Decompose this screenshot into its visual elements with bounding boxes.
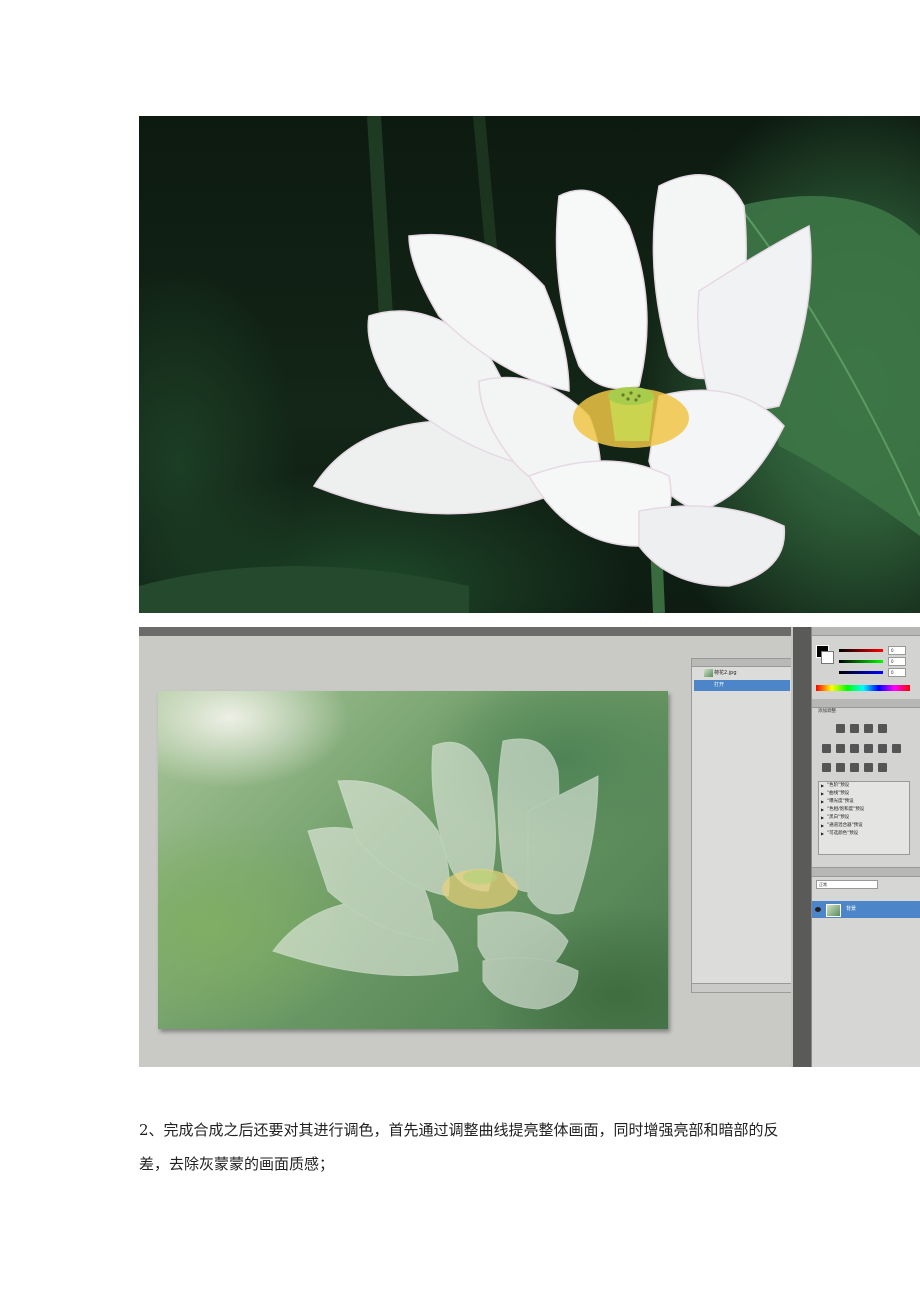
background-color-swatch[interactable] [821, 651, 834, 664]
threshold-icon[interactable] [850, 763, 859, 772]
blend-mode-select[interactable]: 正常 [816, 880, 878, 889]
instruction-paragraph: 2、完成合成之后还要对其进行调色，首先通过调整曲线提亮整体画面，同时增强亮部和暗… [139, 1121, 779, 1173]
history-row-label: 荷花2.jpg [714, 670, 737, 676]
layer-name: 背景 [846, 906, 857, 912]
layers-panel: 正常 背景 [812, 867, 920, 1067]
brightness-icon[interactable] [836, 724, 845, 733]
exposure-icon[interactable] [878, 724, 887, 733]
color-panel-tabs[interactable] [812, 627, 920, 636]
preset-item[interactable]: "黑白"预设 [819, 814, 909, 822]
history-panel: 荷花2.jpg 打开 [691, 658, 793, 993]
selective-color-icon[interactable] [878, 763, 887, 772]
gradient-map-icon[interactable] [864, 763, 873, 772]
adjustments-panel-tabs[interactable] [812, 699, 920, 708]
preset-item[interactable]: "色相/饱和度"预设 [819, 806, 909, 814]
layers-panel-tabs[interactable] [812, 868, 920, 877]
ps-right-panels: 0 0 0 添加调整 "色阶"预设 "曲线"预设 "曝光度"预设 "色相/饱和度… [811, 627, 920, 1067]
vibrance-icon[interactable] [822, 744, 831, 753]
preset-item[interactable]: "通道混合器"预设 [819, 822, 909, 830]
visibility-eye-icon[interactable] [815, 907, 821, 912]
blue-value-field[interactable]: 0 [888, 668, 906, 677]
snapshot-thumbnail [704, 669, 713, 677]
black-white-icon[interactable] [864, 744, 873, 753]
history-row-snapshot[interactable]: 荷花2.jpg [694, 668, 790, 679]
curves-icon[interactable] [864, 724, 873, 733]
adjustments-title: 添加调整 [818, 709, 836, 714]
posterize-icon[interactable] [836, 763, 845, 772]
ps-document-canvas [158, 691, 668, 1029]
history-row-label: 打开 [714, 682, 725, 688]
red-value-field[interactable]: 0 [888, 646, 906, 655]
lotus-illustration [139, 116, 920, 613]
dock-divider [793, 627, 811, 1067]
lotus-photo [139, 116, 920, 613]
blue-slider[interactable] [839, 671, 883, 674]
history-panel-footer [692, 983, 792, 992]
red-slider[interactable] [839, 649, 883, 652]
color-balance-icon[interactable] [850, 744, 859, 753]
layer-row-background[interactable]: 背景 [812, 901, 920, 918]
green-slider[interactable] [839, 660, 883, 663]
hue-saturation-icon[interactable] [836, 744, 845, 753]
photo-filter-icon[interactable] [878, 744, 887, 753]
composited-lotus [272, 738, 599, 1010]
photoshop-screenshot: 荷花2.jpg 打开 0 0 0 添加调整 ▶ "色阶"预设 ▶ "曲线"预设 … [139, 627, 920, 1067]
preset-item[interactable]: "色阶"预设 [819, 782, 909, 790]
adjustment-presets-list: "色阶"预设 "曲线"预设 "曝光度"预设 "色相/饱和度"预设 "黑白"预设 … [818, 781, 910, 855]
preset-item[interactable]: "曲线"预设 [819, 790, 909, 798]
preset-item[interactable]: "可选颜色"预设 [819, 830, 909, 838]
layer-thumbnail [826, 904, 841, 917]
invert-icon[interactable] [822, 763, 831, 772]
levels-icon[interactable] [850, 724, 859, 733]
green-value-field[interactable]: 0 [888, 657, 906, 666]
channel-mixer-icon[interactable] [892, 744, 901, 753]
adjustments-panel: 添加调整 [812, 699, 920, 716]
preset-item[interactable]: "曝光度"预设 [819, 798, 909, 806]
color-spectrum-bar[interactable] [816, 685, 910, 691]
history-panel-header[interactable] [692, 659, 792, 667]
history-row-open[interactable]: 打开 [694, 680, 790, 691]
